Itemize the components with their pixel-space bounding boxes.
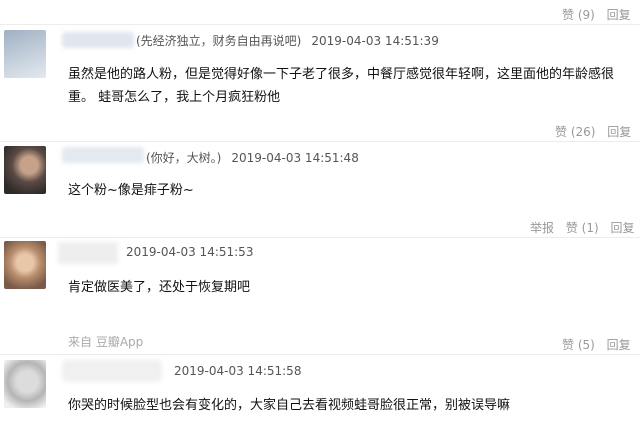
separator xyxy=(0,24,640,25)
reply-button[interactable]: 回复 xyxy=(607,125,631,139)
avatar[interactable] xyxy=(4,30,46,78)
report-button[interactable]: 举报 xyxy=(530,221,554,235)
separator xyxy=(0,237,640,238)
username-suffix: (你好，大树。) xyxy=(146,151,222,165)
timestamp: 2019-04-03 14:51:53 xyxy=(126,245,254,259)
separator xyxy=(0,141,640,142)
like-button[interactable]: 赞 (1) xyxy=(566,221,599,235)
avatar[interactable] xyxy=(4,146,46,194)
username-suffix: (先经济独立，财务自由再说吧) xyxy=(136,34,302,48)
comment-content: 这个粉~像是痱子粉~ xyxy=(68,183,194,198)
reply-button[interactable]: 回复 xyxy=(611,221,635,235)
comment-content: 肯定做医美了，还处于恢复期吧 xyxy=(68,280,251,295)
blurred-username xyxy=(58,242,118,264)
comment-meta: (你好，大树。) 2019-04-03 14:51:48 xyxy=(146,149,359,166)
timestamp: 2019-04-03 14:51:58 xyxy=(174,364,302,378)
reply-button[interactable]: 回复 xyxy=(607,338,631,352)
avatar[interactable] xyxy=(4,241,46,289)
comment-content: 虽然是他的路人粉，但是觉得好像一下子老了很多，中餐厅感觉很年轻啊，这里面他的年龄… xyxy=(68,67,615,105)
comment-meta: 2019-04-03 14:51:58 xyxy=(164,364,301,378)
separator xyxy=(0,354,640,355)
comment-actions: 赞 (26) 回复 xyxy=(555,123,631,140)
source-label: 来自 豆瓣App xyxy=(68,335,144,349)
comment-meta: 2019-04-03 14:51:53 xyxy=(116,245,253,259)
comment-actions: 举报 赞 (1) 回复 xyxy=(530,219,635,236)
blurred-username xyxy=(62,147,144,163)
timestamp: 2019-04-03 14:51:39 xyxy=(311,34,439,48)
blurred-username xyxy=(62,32,134,48)
timestamp: 2019-04-03 14:51:48 xyxy=(231,151,359,165)
comment-meta: (先经济独立，财务自由再说吧) 2019-04-03 14:51:39 xyxy=(136,32,439,49)
comment-content: 你哭的时候脸型也会有变化的，大家自己去看视频蛙哥脸很正常，别被误导嘛 xyxy=(68,398,511,413)
reply-button[interactable]: 回复 xyxy=(607,8,631,22)
avatar[interactable] xyxy=(4,360,46,408)
like-button[interactable]: 赞 (26) xyxy=(555,125,595,139)
comment-actions: 赞 (5) 回复 xyxy=(562,336,631,353)
like-button[interactable]: 赞 (5) xyxy=(562,338,595,352)
like-button[interactable]: 赞 (9) xyxy=(562,8,595,22)
blurred-username xyxy=(62,360,162,382)
top-actions: 赞 (9) 回复 xyxy=(562,6,631,23)
